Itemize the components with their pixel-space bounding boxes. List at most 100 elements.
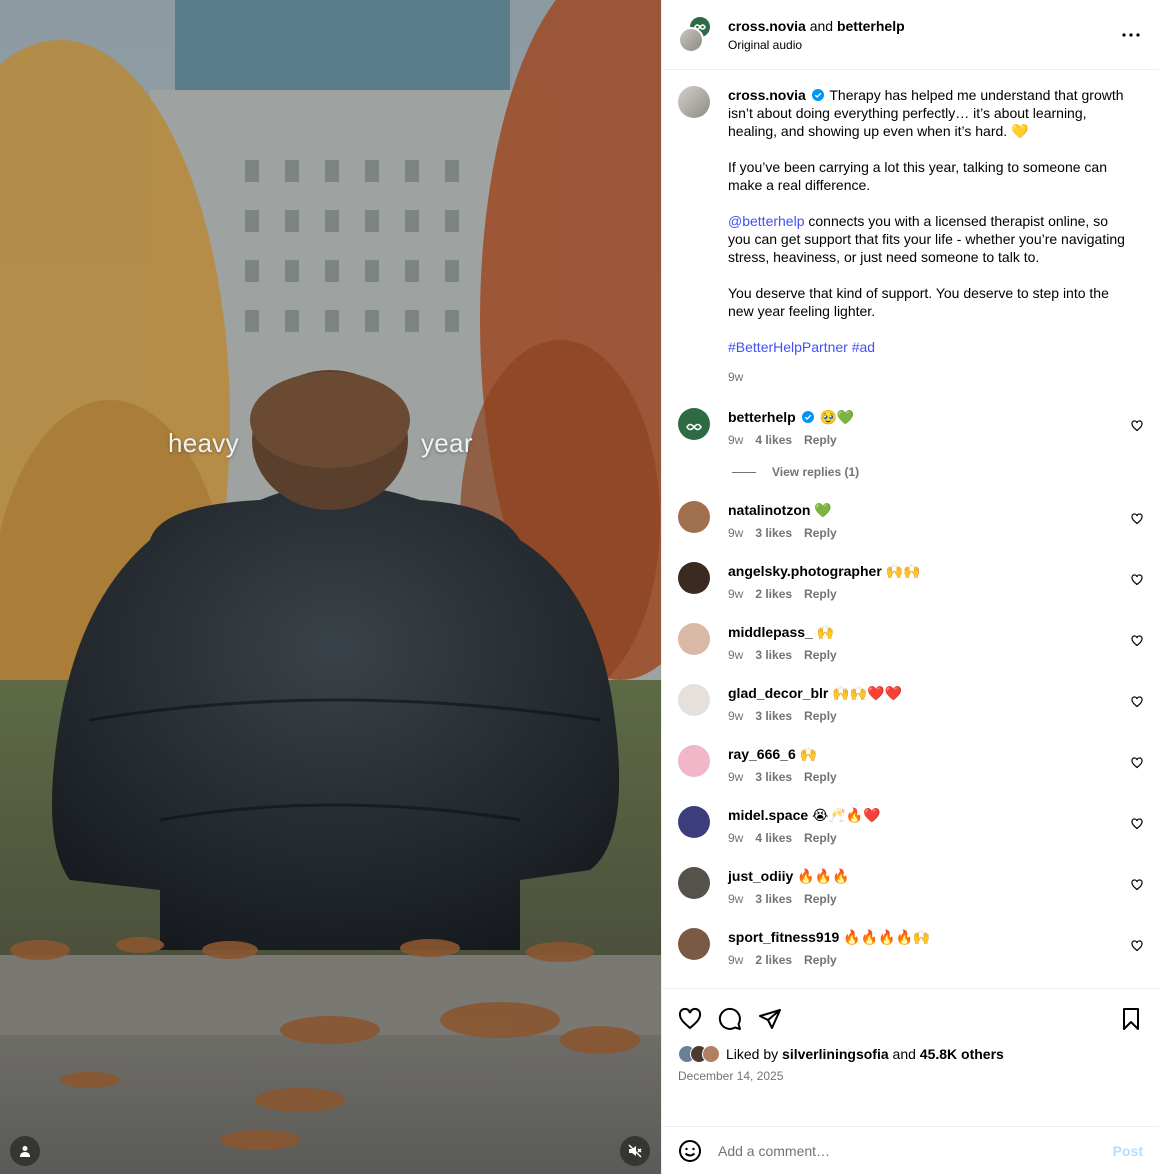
mute-button[interactable] bbox=[620, 1136, 650, 1166]
commenter-username[interactable]: glad_decor_blr bbox=[728, 685, 828, 701]
more-options-button[interactable] bbox=[1121, 25, 1141, 45]
comment-time[interactable]: 9w bbox=[728, 433, 743, 447]
video-player[interactable]: heavy year bbox=[0, 0, 661, 1174]
reply-button[interactable]: Reply bbox=[804, 526, 837, 540]
likes-summary: Liked by silverliningsofia and 45.8K oth… bbox=[678, 1045, 1143, 1063]
caption-timestamp[interactable]: 9w bbox=[728, 368, 1134, 386]
comment-likes[interactable]: 3 likes bbox=[755, 770, 792, 784]
commenter-username[interactable]: midel.space bbox=[728, 807, 808, 823]
comment-likes[interactable]: 2 likes bbox=[755, 587, 792, 601]
reply-button[interactable]: Reply bbox=[804, 770, 837, 784]
reply-button[interactable]: Reply bbox=[804, 587, 837, 601]
audio-link[interactable]: Original audio bbox=[728, 37, 905, 53]
commenter-username[interactable]: natalinotzon bbox=[728, 502, 810, 518]
comment-time[interactable]: 9w bbox=[728, 709, 743, 723]
reply-button[interactable]: Reply bbox=[804, 648, 837, 662]
add-comment-bar: Post bbox=[662, 1126, 1159, 1174]
emoji-icon[interactable] bbox=[678, 1139, 702, 1163]
comment-item: glad_decor_blr 🙌🙌❤️❤️ 9w 3 likes Reply bbox=[678, 684, 1143, 723]
collab-avatars[interactable] bbox=[678, 14, 718, 55]
comment-time[interactable]: 9w bbox=[728, 831, 743, 845]
video-frame bbox=[0, 0, 661, 1174]
comment-likes[interactable]: 3 likes bbox=[755, 709, 792, 723]
liked-by-user[interactable]: silverliningsofia bbox=[782, 1046, 889, 1062]
liked-by-avatars[interactable] bbox=[678, 1045, 720, 1063]
reply-button[interactable]: Reply bbox=[804, 892, 837, 906]
view-replies-label: View replies (1) bbox=[772, 465, 860, 479]
comment-time[interactable]: 9w bbox=[728, 526, 743, 540]
comment-like-heart-icon[interactable] bbox=[1131, 420, 1143, 432]
comment-time[interactable]: 9w bbox=[728, 587, 743, 601]
commenter-avatar[interactable] bbox=[678, 867, 710, 899]
commenter-username[interactable]: ray_666_6 bbox=[728, 746, 796, 762]
commenter-avatar[interactable] bbox=[678, 501, 710, 533]
comment-like-heart-icon[interactable] bbox=[1131, 574, 1143, 586]
reply-button[interactable]: Reply bbox=[804, 433, 837, 447]
mention-betterhelp[interactable]: @betterhelp bbox=[728, 213, 804, 229]
comment-like-heart-icon[interactable] bbox=[1131, 940, 1143, 952]
commenter-username[interactable]: middlepass_ bbox=[728, 624, 813, 640]
post-panel: cross.novia and betterhelp Original audi… bbox=[661, 0, 1159, 1174]
reply-button[interactable]: Reply bbox=[804, 953, 837, 967]
comment-item: sport_fitness919 🔥🔥🔥🔥🙌 9w 2 likes Reply bbox=[678, 928, 1143, 967]
reply-button[interactable]: Reply bbox=[804, 709, 837, 723]
like-heart-icon[interactable] bbox=[678, 1007, 702, 1031]
comment-like-heart-icon[interactable] bbox=[1131, 635, 1143, 647]
comment-likes[interactable]: 4 likes bbox=[755, 831, 792, 845]
comment-time[interactable]: 9w bbox=[728, 648, 743, 662]
comment-item: midel.space 😭🥂🔥❤️ 9w 4 likes Reply bbox=[678, 806, 1143, 845]
commenter-avatar[interactable] bbox=[678, 745, 710, 777]
verified-badge-icon bbox=[811, 89, 824, 101]
view-replies-button[interactable]: View replies (1) bbox=[732, 465, 1143, 479]
caption-text-2: If you’ve been carrying a lot this year,… bbox=[728, 159, 1107, 193]
bookmark-icon[interactable] bbox=[1119, 1007, 1143, 1031]
comment-time[interactable]: 9w bbox=[728, 892, 743, 906]
post-comment-button[interactable]: Post bbox=[1113, 1143, 1143, 1159]
comment-text: 💚 bbox=[814, 502, 832, 518]
caption-hashtags[interactable]: #BetterHelpPartner #ad bbox=[728, 338, 1134, 356]
comment-text: 🔥🔥🔥🔥🙌 bbox=[843, 929, 931, 945]
post-date[interactable]: December 14, 2025 bbox=[678, 1069, 1143, 1083]
commenter-username[interactable]: angelsky.photographer bbox=[728, 563, 882, 579]
commenter-avatar[interactable] bbox=[678, 806, 710, 838]
commenter-username[interactable]: betterhelp bbox=[728, 409, 796, 425]
comment-time[interactable]: 9w bbox=[728, 770, 743, 784]
tagged-users-button[interactable] bbox=[10, 1136, 40, 1166]
comments-scroll[interactable]: cross.novia Therapy has helped me unders… bbox=[662, 70, 1159, 988]
caption-overlay-heavy: heavy bbox=[168, 428, 239, 458]
comment-likes[interactable]: 3 likes bbox=[755, 892, 792, 906]
verified-badge-icon bbox=[801, 411, 814, 423]
comment-like-heart-icon[interactable] bbox=[1131, 696, 1143, 708]
commenter-avatar[interactable] bbox=[678, 928, 710, 960]
liked-by-others[interactable]: 45.8K others bbox=[920, 1046, 1004, 1062]
commenter-avatar[interactable] bbox=[678, 562, 710, 594]
more-horizontal-icon bbox=[1122, 33, 1140, 37]
comment-text: 🔥🔥🔥 bbox=[797, 868, 850, 884]
author-link-betterhelp[interactable]: betterhelp bbox=[837, 18, 905, 34]
comment-likes[interactable]: 4 likes bbox=[755, 433, 792, 447]
comment-item: betterhelp 🥹💚 9w 4 likes Reply bbox=[678, 408, 1143, 447]
comment-text: 🙌🙌 bbox=[885, 563, 921, 579]
comment-time[interactable]: 9w bbox=[728, 953, 743, 967]
author-link-cross-novia[interactable]: cross.novia bbox=[728, 18, 806, 34]
caption-avatar[interactable] bbox=[678, 86, 710, 118]
comment-input[interactable] bbox=[718, 1142, 1113, 1159]
comment-like-heart-icon[interactable] bbox=[1131, 513, 1143, 525]
comment-text: 🙌🙌❤️❤️ bbox=[832, 685, 902, 701]
caption-username[interactable]: cross.novia bbox=[728, 87, 806, 103]
comment-likes[interactable]: 2 likes bbox=[755, 953, 792, 967]
commenter-username[interactable]: sport_fitness919 bbox=[728, 929, 839, 945]
comment-likes[interactable]: 3 likes bbox=[755, 648, 792, 662]
commenter-avatar[interactable] bbox=[678, 623, 710, 655]
commenter-avatar[interactable] bbox=[678, 408, 710, 440]
reply-button[interactable]: Reply bbox=[804, 831, 837, 845]
comment-like-heart-icon[interactable] bbox=[1131, 879, 1143, 891]
commenter-username[interactable]: just_odiiy bbox=[728, 868, 793, 884]
comment-like-heart-icon[interactable] bbox=[1131, 818, 1143, 830]
caption-text-4: You deserve that kind of support. You de… bbox=[728, 285, 1109, 319]
share-send-icon[interactable] bbox=[758, 1007, 782, 1031]
comment-icon[interactable] bbox=[718, 1007, 742, 1031]
comment-likes[interactable]: 3 likes bbox=[755, 526, 792, 540]
commenter-avatar[interactable] bbox=[678, 684, 710, 716]
comment-like-heart-icon[interactable] bbox=[1131, 757, 1143, 769]
